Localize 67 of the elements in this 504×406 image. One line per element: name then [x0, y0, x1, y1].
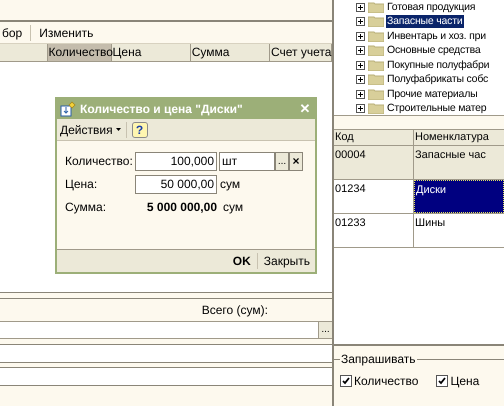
- field-label: Количество:: [65, 153, 134, 170]
- dialog-button[interactable]: Закрыть: [262, 252, 312, 270]
- table-cell: Диски: [414, 180, 504, 213]
- checkbox[interactable]: [436, 375, 448, 387]
- column-header[interactable]: Код: [334, 130, 414, 145]
- quantity-field[interactable]: 100,000: [135, 152, 217, 170]
- caret-icon: [116, 128, 121, 131]
- column-header[interactable]: Счет учета: [270, 44, 332, 61]
- actions-menu[interactable]: Действия: [60, 120, 121, 138]
- clear-button[interactable]: ×: [289, 152, 303, 170]
- tree-item[interactable]: Полуфабрикаты собс: [386, 73, 490, 86]
- toolbar-button[interactable]: бор: [0, 24, 24, 40]
- column-header[interactable]: Количество: [48, 44, 112, 61]
- select-button[interactable]: ...: [275, 152, 289, 170]
- tree-item[interactable]: Строительные матер: [386, 102, 488, 115]
- table-cell: 00004: [335, 149, 366, 161]
- expand-icon[interactable]: [356, 2, 365, 12]
- checkbox-label: Цена: [450, 373, 480, 390]
- currency-label: сум: [223, 199, 244, 216]
- tree-item[interactable]: Готовая продукция: [386, 0, 476, 14]
- unit-field[interactable]: шт: [219, 152, 275, 170]
- column-header[interactable]: Цена: [112, 44, 191, 61]
- dialog-title: Количество и цена "Диски": [80, 101, 244, 118]
- expand-icon[interactable]: [356, 75, 365, 84]
- group-title: Запрашивать: [340, 351, 416, 368]
- table-cell-text: Запасные час: [414, 148, 487, 163]
- table-cell: 01233: [335, 217, 366, 229]
- table-row[interactable]: 00004 Запасные час: [334, 146, 504, 180]
- help-button[interactable]: ?: [132, 122, 148, 138]
- table-cell-text: Шины: [414, 216, 446, 231]
- sum-value: 5 000 000,00: [146, 199, 217, 216]
- splitter-bar[interactable]: [0, 292, 332, 299]
- expand-icon[interactable]: [356, 17, 365, 26]
- table-row[interactable]: 01234 Диски: [334, 180, 504, 214]
- select-button[interactable]: ...: [318, 322, 332, 338]
- column-header[interactable]: Сумма: [190, 44, 270, 61]
- price-field[interactable]: 50 000,00: [135, 174, 217, 194]
- folder-icon: [368, 45, 384, 56]
- folder-icon: [368, 30, 384, 42]
- tree-item[interactable]: Запасные части: [386, 15, 464, 28]
- checkbox-label: Количество: [354, 373, 418, 390]
- expand-icon[interactable]: [356, 90, 365, 99]
- folder-icon: [368, 74, 384, 86]
- folder-icon: [368, 88, 384, 100]
- tree-item[interactable]: Основные средства: [386, 44, 482, 58]
- field-label: Цена:: [65, 176, 98, 193]
- table-cell: 01234: [335, 183, 366, 195]
- folder-icon: [368, 2, 384, 13]
- field-label: Сумма:: [65, 199, 108, 216]
- expand-icon[interactable]: [356, 104, 365, 114]
- table-row[interactable]: 01233 Шины: [334, 214, 504, 248]
- total-label: Всего (сум):: [202, 302, 268, 319]
- expand-icon[interactable]: [356, 60, 365, 70]
- column-header[interactable]: Номенклатура: [414, 130, 504, 145]
- currency-label: сум: [220, 176, 240, 193]
- expand-icon[interactable]: [356, 46, 365, 56]
- checkbox[interactable]: [340, 375, 352, 387]
- folder-icon: [368, 60, 384, 71]
- input-field[interactable]: ...: [0, 321, 332, 339]
- folder-icon: [368, 16, 384, 28]
- expand-icon[interactable]: [356, 32, 365, 41]
- form-icon: [60, 101, 76, 117]
- tree-item[interactable]: Инвентарь и хоз. при: [386, 30, 487, 43]
- toolbar-button[interactable]: Изменить: [37, 24, 96, 40]
- dialog-button[interactable]: OK: [230, 252, 253, 270]
- tree-item[interactable]: Прочие материалы: [386, 88, 478, 101]
- tree-item[interactable]: Покупные полуфабри: [386, 58, 490, 72]
